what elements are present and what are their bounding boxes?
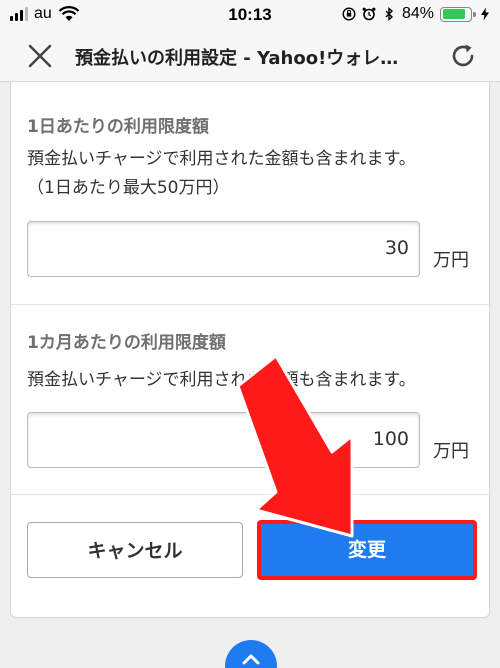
status-bar: au 10:13 84% xyxy=(0,0,500,30)
rotation-lock-icon xyxy=(342,7,356,21)
alarm-icon xyxy=(362,7,376,21)
reload-icon[interactable] xyxy=(448,41,478,71)
monthly-limit-unit: 万円 xyxy=(433,441,469,462)
charging-icon xyxy=(481,7,489,21)
daily-limit-description: 預金払いチャージで利用された金額も含まれます。 xyxy=(27,149,416,169)
battery-icon xyxy=(440,6,476,22)
red-arrow-annotation xyxy=(236,354,354,538)
close-icon[interactable] xyxy=(25,41,55,71)
monthly-limit-title: 1カ月あたりの利用限度額 xyxy=(27,333,226,353)
bluetooth-icon xyxy=(385,7,394,21)
scroll-to-top-button[interactable] xyxy=(225,640,277,668)
app-header: 預金払いの利用設定 - Yahoo!ウォレ… xyxy=(0,30,500,82)
daily-limit-note: （1日あたり最大50万円） xyxy=(27,178,230,198)
status-right: 84% xyxy=(342,5,492,23)
daily-limit-title: 1日あたりの利用限度額 xyxy=(27,117,209,137)
daily-limit-unit: 万円 xyxy=(433,250,469,271)
page-title: 預金払いの利用設定 - Yahoo!ウォレ… xyxy=(75,48,399,69)
daily-limit-input[interactable]: 30 xyxy=(27,221,420,277)
battery-percent: 84% xyxy=(401,5,434,22)
chevron-up-icon xyxy=(242,654,260,665)
section-divider xyxy=(11,304,491,305)
cancel-button[interactable]: キャンセル xyxy=(27,522,243,578)
